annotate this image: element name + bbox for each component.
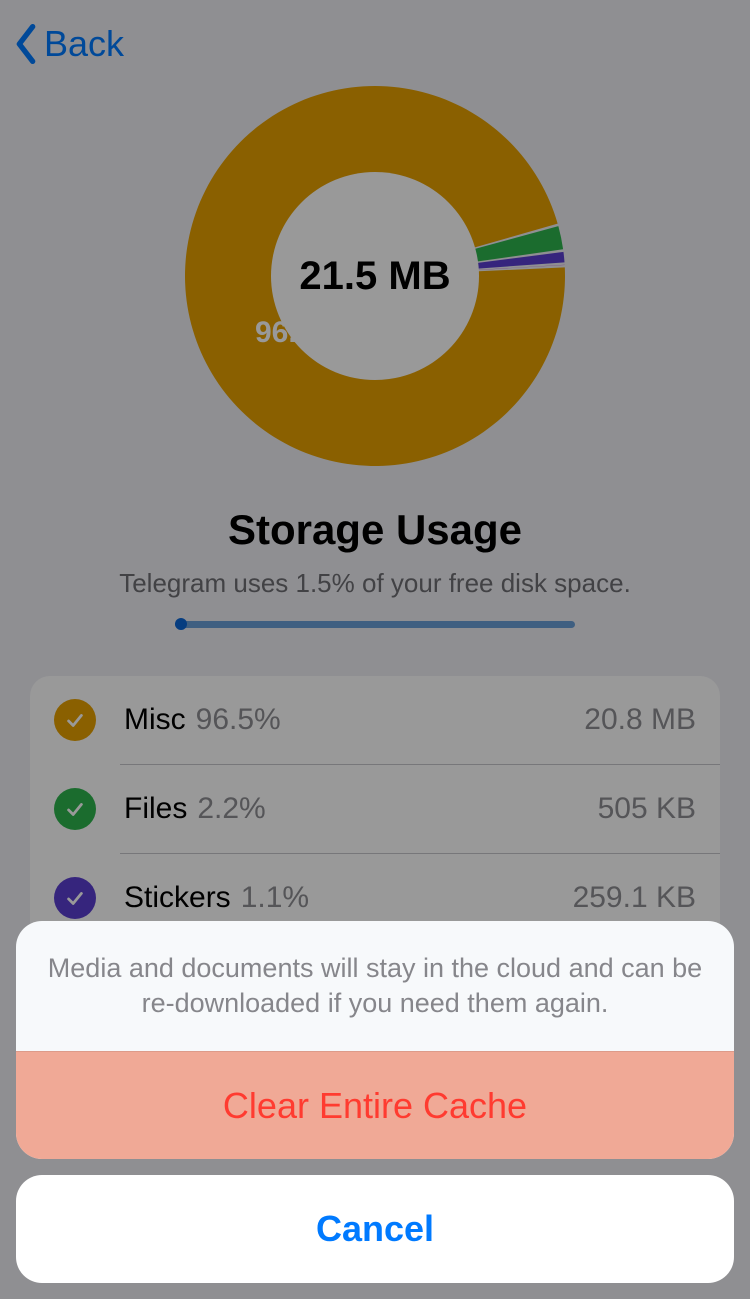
- action-sheet-group: Media and documents will stay in the clo…: [16, 921, 734, 1159]
- action-sheet: Media and documents will stay in the clo…: [0, 921, 750, 1283]
- clear-cache-button[interactable]: Clear Entire Cache: [16, 1051, 734, 1159]
- cancel-button[interactable]: Cancel: [16, 1175, 734, 1283]
- action-sheet-message: Media and documents will stay in the clo…: [16, 921, 734, 1051]
